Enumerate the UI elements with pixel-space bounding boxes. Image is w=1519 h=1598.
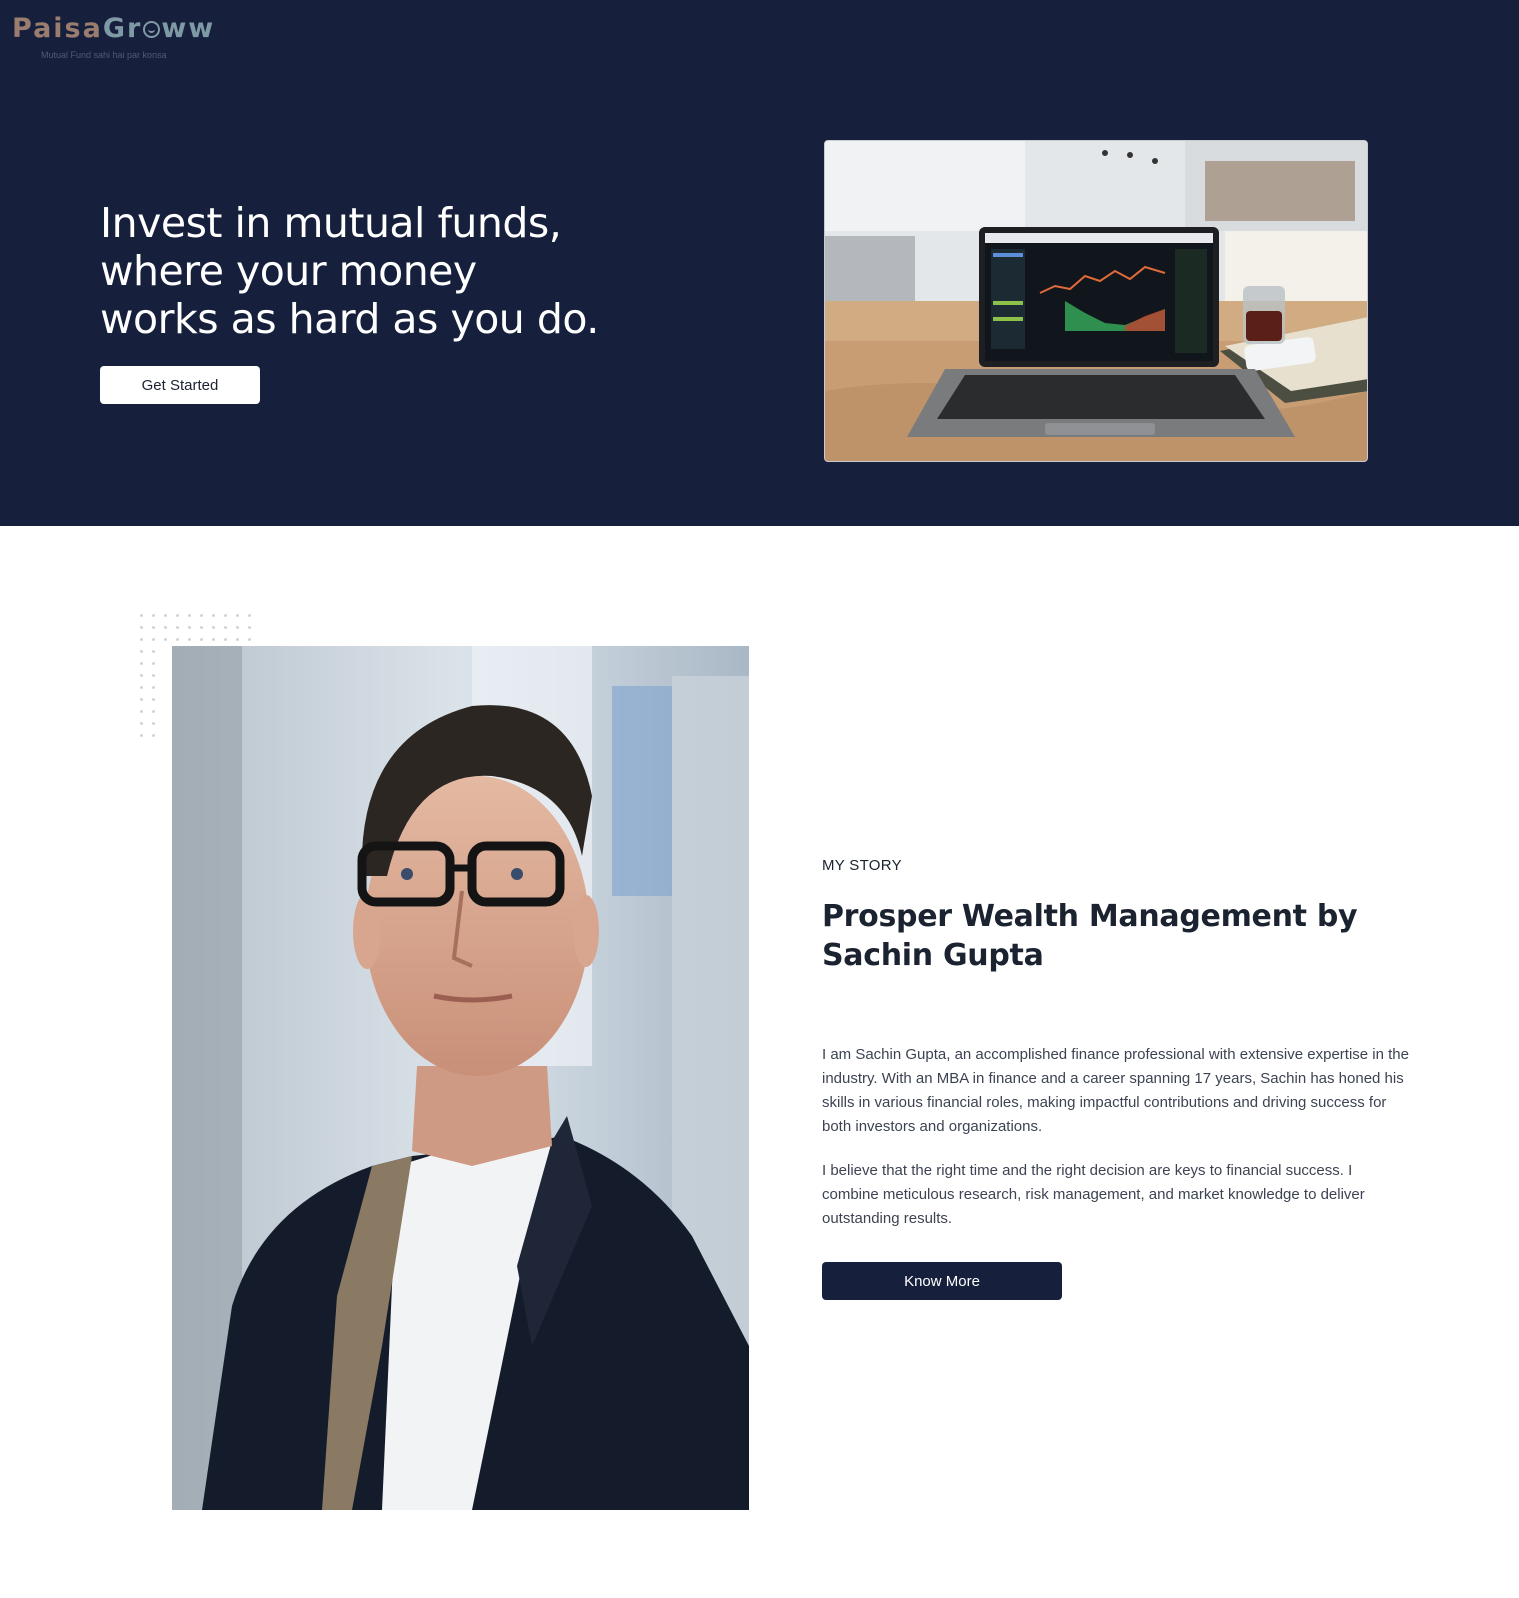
decorative-dot	[140, 710, 143, 713]
decorative-dot	[140, 662, 143, 665]
decorative-dot	[164, 614, 167, 617]
decorative-dot	[224, 614, 227, 617]
brand-logo[interactable]: PaisaGr ww Mutual Fund sahi hai par konsa	[12, 14, 215, 61]
decorative-dot	[152, 650, 155, 653]
decorative-dot	[188, 614, 191, 617]
decorative-dot	[152, 698, 155, 701]
decorative-dot	[212, 614, 215, 617]
logo-groww-text: Gr ww	[103, 13, 215, 44]
story-eyebrow: MY STORY	[822, 857, 902, 874]
hero-section: PaisaGr ww Mutual Fund sahi hai par konsa…	[0, 0, 1519, 526]
hero-heading-line: Invest in mutual funds,	[100, 199, 562, 247]
logo-ww-text: ww	[161, 13, 216, 44]
decorative-dot	[248, 638, 251, 641]
story-heading: Prosper Wealth Management by Sachin Gupt…	[822, 899, 1358, 973]
decorative-dot	[248, 614, 251, 617]
hero-laptop-image	[824, 140, 1368, 462]
decorative-dot	[140, 626, 143, 629]
hero-heading: Invest in mutual funds, where your money…	[100, 199, 620, 343]
decorative-dot	[176, 626, 179, 629]
decorative-dot	[176, 638, 179, 641]
decorative-dot	[152, 686, 155, 689]
logo-paisa-text: Paisa	[12, 13, 103, 44]
get-started-button[interactable]: Get Started	[100, 366, 260, 404]
decorative-dot	[152, 614, 155, 617]
decorative-dot	[224, 626, 227, 629]
decorative-dot	[248, 626, 251, 629]
decorative-dot	[152, 674, 155, 677]
logo-gr-text: Gr	[102, 13, 143, 44]
logo-wordmark: PaisaGr ww	[12, 14, 215, 44]
decorative-dot	[188, 626, 191, 629]
decorative-dot	[236, 638, 239, 641]
decorative-dot	[152, 638, 155, 641]
decorative-dot	[140, 686, 143, 689]
smiley-icon	[143, 21, 161, 38]
decorative-dot	[224, 638, 227, 641]
decorative-dot	[140, 722, 143, 725]
hero-heading-line: where your money	[100, 247, 477, 295]
decorative-dot	[140, 638, 143, 641]
decorative-dot	[176, 614, 179, 617]
decorative-dot	[200, 638, 203, 641]
decorative-dot	[236, 626, 239, 629]
decorative-dot	[152, 662, 155, 665]
hero-heading-line: works as hard as you do.	[100, 295, 599, 343]
decorative-dot	[152, 734, 155, 737]
decorative-dot	[212, 638, 215, 641]
decorative-dot	[236, 614, 239, 617]
decorative-dot	[164, 626, 167, 629]
advisor-portrait-photo-icon	[172, 646, 749, 1510]
decorative-dot	[164, 638, 167, 641]
laptop-stock-chart-photo-icon	[825, 141, 1367, 461]
know-more-button[interactable]: Know More	[822, 1262, 1062, 1300]
decorative-dot	[140, 698, 143, 701]
decorative-dot	[188, 638, 191, 641]
decorative-dot	[140, 614, 143, 617]
decorative-dot	[140, 650, 143, 653]
decorative-dot	[200, 626, 203, 629]
decorative-dot	[152, 722, 155, 725]
decorative-dot	[140, 674, 143, 677]
decorative-dot	[140, 734, 143, 737]
decorative-dot	[200, 614, 203, 617]
story-paragraph: I am Sachin Gupta, an accomplished finan…	[822, 1046, 1409, 1135]
story-paragraph: I believe that the right time and the ri…	[822, 1162, 1365, 1227]
logo-tagline: Mutual Fund sahi hai par konsa	[41, 50, 167, 60]
decorative-dot	[212, 626, 215, 629]
decorative-dot	[152, 626, 155, 629]
decorative-dot	[152, 710, 155, 713]
advisor-portrait-image	[172, 646, 749, 1510]
